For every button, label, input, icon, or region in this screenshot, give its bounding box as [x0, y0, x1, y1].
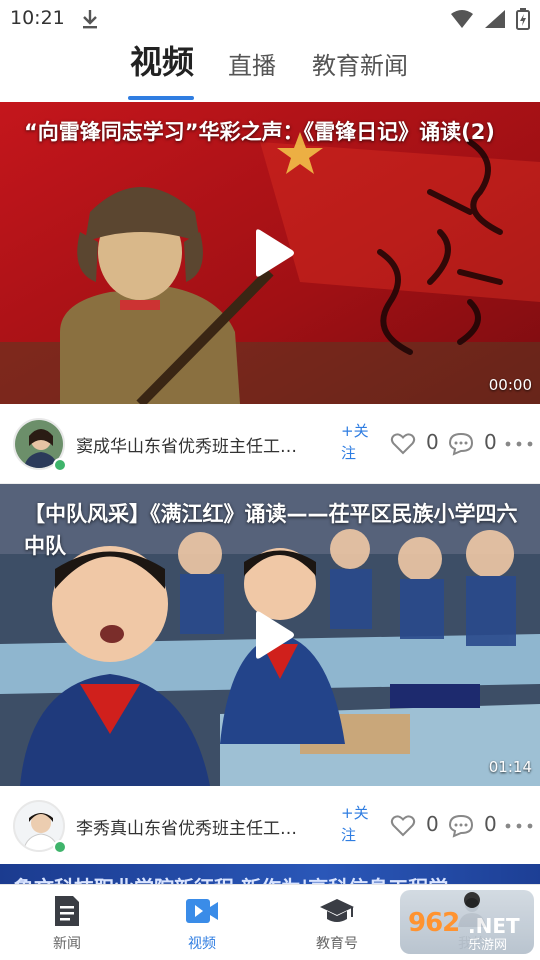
nav-label: 视频	[188, 936, 216, 952]
verified-badge-icon	[53, 458, 67, 472]
nav-item-news[interactable]: 新闻	[27, 893, 107, 953]
video-thumbnail[interactable]: 【中队风采】《满江红》诵读——茌平区民族小学四六中队 01:14	[0, 484, 540, 786]
top-tab-bar: 视频 直播 教育新闻	[0, 38, 540, 102]
verified-badge-icon	[53, 840, 67, 854]
comment-count: 0	[484, 430, 497, 454]
comment-icon[interactable]	[448, 814, 474, 838]
battery-icon	[516, 8, 530, 30]
download-icon	[83, 10, 97, 29]
heart-icon[interactable]	[390, 814, 416, 838]
site-watermark: 962 .NET 乐游网	[400, 890, 534, 954]
video-card: 【中队风采】《满江红》诵读——茌平区民族小学四六中队 01:14 李秀真山东省优…	[0, 484, 540, 866]
heart-icon[interactable]	[390, 432, 416, 456]
video-card: “向雷锋同志学习”华彩之声：《雷锋日记》诵读(2) 00:00 窦成华山东省优秀…	[0, 102, 540, 484]
news-icon	[55, 896, 79, 926]
follow-button[interactable]: +关注	[341, 420, 371, 464]
video-title: 【中队风采】《满江红》诵读——茌平区民族小学四六中队	[24, 502, 518, 558]
tab-education-news[interactable]: 教育新闻	[312, 46, 408, 94]
video-icon	[186, 899, 218, 923]
active-tab-indicator	[128, 96, 194, 100]
graduation-cap-icon	[320, 899, 354, 922]
more-options-icon[interactable]	[504, 434, 534, 454]
like-count: 0	[426, 812, 439, 836]
video-duration: 01:14	[488, 758, 532, 776]
comment-icon[interactable]	[448, 432, 474, 456]
signal-icon	[485, 10, 505, 28]
more-options-icon[interactable]	[504, 816, 534, 836]
watermark-logo: 962	[408, 908, 460, 938]
video-meta-row: 窦成华山东省优秀班主任工… +关注 0 0	[0, 404, 540, 484]
author-name[interactable]: 窦成华山东省优秀班主任工…	[76, 432, 332, 457]
follow-button[interactable]: +关注	[341, 802, 371, 846]
author-name[interactable]: 李秀真山东省优秀班主任工…	[76, 814, 332, 839]
nav-item-video[interactable]: 视频	[162, 893, 242, 953]
wifi-icon	[451, 10, 473, 28]
nav-label: 教育号	[316, 936, 358, 952]
status-time: 10:21	[10, 7, 65, 29]
tab-live[interactable]: 直播	[228, 46, 276, 94]
tab-video[interactable]: 视频	[130, 42, 194, 90]
video-card-peek[interactable]: 鲁文科技职业学院新征程 新作为|高科信息工程学	[0, 864, 540, 886]
status-bar: 10:21	[0, 0, 540, 38]
comment-count: 0	[484, 812, 497, 836]
watermark-dot	[464, 892, 480, 908]
video-duration: 00:00	[488, 376, 532, 394]
watermark-sub: 乐游网	[468, 938, 508, 953]
like-count: 0	[426, 430, 439, 454]
video-thumbnail[interactable]: “向雷锋同志学习”华彩之声：《雷锋日记》诵读(2) 00:00	[0, 102, 540, 404]
video-title: “向雷锋同志学习”华彩之声：《雷锋日记》诵读(2)	[24, 120, 495, 144]
play-icon[interactable]	[246, 228, 296, 278]
nav-label: 新闻	[53, 936, 81, 952]
play-icon[interactable]	[246, 610, 296, 660]
nav-item-education[interactable]: 教育号	[297, 893, 377, 953]
video-meta-row: 李秀真山东省优秀班主任工… +关注 0 0	[0, 786, 540, 866]
